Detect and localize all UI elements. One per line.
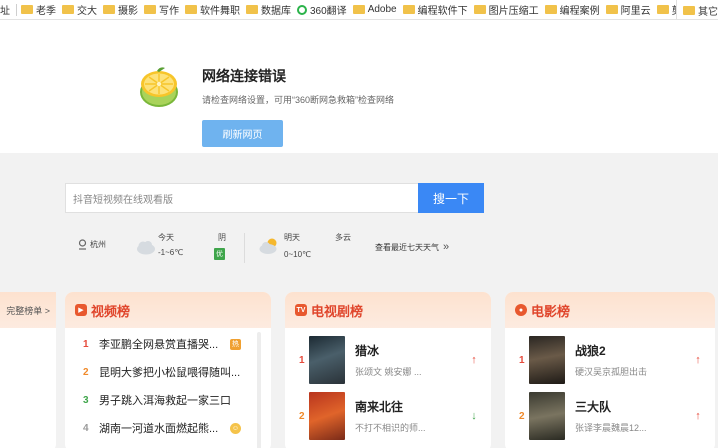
lemon-icon bbox=[140, 67, 178, 107]
list-item[interactable]: 2 南来北往 不打不相识的师... ↓ bbox=[293, 390, 483, 442]
video-rank-header: ▶ 视频榜 bbox=[65, 292, 271, 328]
home-content: 抖音短视频在线观看版 搜一下 杭州 今天 -1~6℃ 阴 优 明天 0~10℃ … bbox=[0, 153, 718, 448]
item-info: 战狼2 硬汉吴京孤胆出击 bbox=[575, 344, 648, 377]
item-info: 南来北往 不打不相识的师... bbox=[355, 400, 426, 433]
bookmark-item[interactable]: 编程软件下 bbox=[402, 0, 474, 19]
today-condition: 阴 bbox=[218, 233, 226, 242]
bookmark-item[interactable]: 阿里云 bbox=[605, 0, 657, 19]
emoji-icon: ☺ bbox=[230, 422, 241, 434]
video-rank-panel: ▶ 视频榜 1 李亚鹏全网悬赏直播哭... 热 2 昆明大爹把小松鼠喂得随叫..… bbox=[65, 292, 271, 448]
tomorrow-condition: 多云 bbox=[335, 233, 351, 242]
bookmark-item[interactable]: 写作 bbox=[144, 0, 185, 19]
tv-rank-list: 1 猎冰 张颂文 姚安娜 ... ↑ 2 南来北往 不打不相识的师... ↓ bbox=[293, 328, 483, 448]
partly-cloudy-icon bbox=[259, 238, 277, 254]
item-info: 三大队 张译李晨魏晨12... bbox=[575, 400, 647, 433]
play-icon: ▶ bbox=[75, 304, 87, 316]
scrollbar[interactable] bbox=[257, 332, 261, 448]
trend-up-icon: ↑ bbox=[695, 410, 701, 422]
location-pin-icon bbox=[78, 239, 87, 250]
tv-rank-title: 电视剧榜 bbox=[311, 303, 364, 319]
bookmark-separator bbox=[16, 3, 17, 16]
poster-image bbox=[529, 392, 565, 440]
folder-icon bbox=[656, 5, 669, 14]
bookmark-item[interactable]: 编程案例 bbox=[544, 0, 606, 19]
hot-icon: 热 bbox=[230, 338, 241, 350]
bookmarks-bar: 址 老季 交大 摄影 写作 软件舞职 数据库 360翻译 Adobe 编程软件下… bbox=[0, 0, 718, 20]
movie-rank-panel: ● 电影榜 1 战狼2 硬汉吴京孤胆出击 ↑ 2 三大队 张译李晨魏晨12... bbox=[505, 292, 715, 448]
movie-rank-list: 1 战狼2 硬汉吴京孤胆出击 ↑ 2 三大队 张译李晨魏晨12... ↑ bbox=[513, 328, 707, 448]
refresh-page-button[interactable]: 刷新网页 bbox=[202, 120, 283, 147]
today-label: 今天 bbox=[158, 233, 174, 242]
poster-image bbox=[529, 336, 565, 384]
bookmark-item[interactable]: 交大 bbox=[62, 0, 103, 19]
folder-icon bbox=[683, 5, 695, 15]
error-description: 请检查网络设置，可用“360断网急救箱”检查网络 bbox=[202, 95, 395, 105]
network-error-panel: 网络连接错误 请检查网络设置，可用“360断网急救箱”检查网络 刷新网页 bbox=[0, 20, 718, 153]
folder-icon bbox=[62, 5, 74, 14]
bookmark-item[interactable]: 软件舞职 bbox=[185, 0, 246, 19]
aqi-badge: 优 bbox=[214, 248, 225, 260]
video-rank-list: 1 李亚鹏全网悬赏直播哭... 热 2 昆明大爹把小松鼠喂得随叫... 3 男子… bbox=[73, 328, 263, 448]
bookmark-item[interactable]: 址 bbox=[0, 0, 16, 19]
translate-icon bbox=[297, 4, 307, 15]
folder-icon bbox=[246, 5, 258, 14]
folder-icon bbox=[144, 5, 156, 14]
trend-up-icon: ↑ bbox=[695, 354, 701, 366]
list-item[interactable]: 1 李亚鹏全网悬赏直播哭... 热 bbox=[83, 332, 241, 356]
movie-rank-header: ● 电影榜 bbox=[505, 292, 715, 328]
tv-rank-panel: TV 电视剧榜 1 猎冰 张颂文 姚安娜 ... ↑ 2 南来北往 不打不相识的… bbox=[285, 292, 491, 448]
poster-image bbox=[309, 392, 345, 440]
search-button[interactable]: 搜一下 bbox=[418, 183, 484, 213]
folder-icon bbox=[21, 5, 33, 14]
trend-down-icon: ↓ bbox=[471, 410, 477, 422]
today-temp: -1~6℃ bbox=[158, 248, 184, 257]
movie-rank-title: 电影榜 bbox=[531, 303, 571, 319]
bookmark-item[interactable]: 360翻译 bbox=[297, 0, 353, 19]
tv-rank-header: TV 电视剧榜 bbox=[285, 292, 491, 328]
weather-location[interactable]: 杭州 bbox=[78, 239, 106, 250]
folder-icon bbox=[473, 5, 486, 14]
list-item[interactable]: 1 战狼2 硬汉吴京孤胆出击 ↑ bbox=[513, 334, 707, 386]
list-item[interactable]: 2 三大队 张译李晨魏晨12... ↑ bbox=[513, 390, 707, 442]
bookmark-item[interactable]: 老季 bbox=[21, 0, 62, 19]
item-info: 猎冰 张颂文 姚安娜 ... bbox=[355, 344, 422, 377]
tomorrow-label: 明天 bbox=[284, 233, 300, 242]
bookmark-item[interactable]: 摄影 bbox=[103, 0, 144, 19]
list-item[interactable]: 2 昆明大爹把小松鼠喂得随叫... bbox=[83, 360, 241, 384]
double-chevron-right-icon: » bbox=[443, 241, 450, 253]
partial-rank-panel: 完整榜单 > bbox=[0, 292, 56, 448]
film-reel-icon: ● bbox=[515, 304, 527, 316]
list-item[interactable]: 3 男子跳入洱海救起一家三口 bbox=[83, 388, 241, 412]
list-item[interactable]: 1 猎冰 张颂文 姚安娜 ... ↑ bbox=[293, 334, 483, 386]
tomorrow-temp: 0~10℃ bbox=[284, 250, 312, 259]
folder-icon bbox=[402, 5, 415, 14]
poster-image bbox=[309, 336, 345, 384]
folder-icon bbox=[544, 5, 557, 14]
search-input[interactable]: 抖音短视频在线观看版 bbox=[65, 183, 419, 213]
weather-divider bbox=[244, 233, 245, 263]
folder-icon bbox=[605, 5, 618, 14]
bookmark-item[interactable]: 图片压缩工 bbox=[473, 0, 545, 19]
list-item[interactable]: 4 湖南一河道水面燃起熊... ☺ bbox=[83, 416, 241, 440]
trend-up-icon: ↑ bbox=[471, 354, 477, 366]
folder-icon bbox=[103, 5, 115, 14]
video-rank-title: 视频榜 bbox=[91, 303, 131, 319]
error-title: 网络连接错误 bbox=[202, 68, 286, 84]
full-list-link[interactable]: 完整榜单 > bbox=[0, 292, 56, 328]
tv-icon: TV bbox=[295, 304, 307, 316]
folder-icon bbox=[185, 5, 197, 14]
bookmark-other[interactable]: 其它 bbox=[676, 0, 718, 19]
folder-icon bbox=[352, 5, 365, 14]
cloudy-icon bbox=[137, 241, 155, 255]
aqi-badge-wrap: 优 bbox=[214, 248, 225, 260]
bookmark-item[interactable]: Adobe bbox=[352, 0, 403, 19]
bookmark-item[interactable]: 数据库 bbox=[246, 0, 297, 19]
seven-day-weather-link[interactable]: 查看最近七天天气 » bbox=[375, 241, 449, 253]
